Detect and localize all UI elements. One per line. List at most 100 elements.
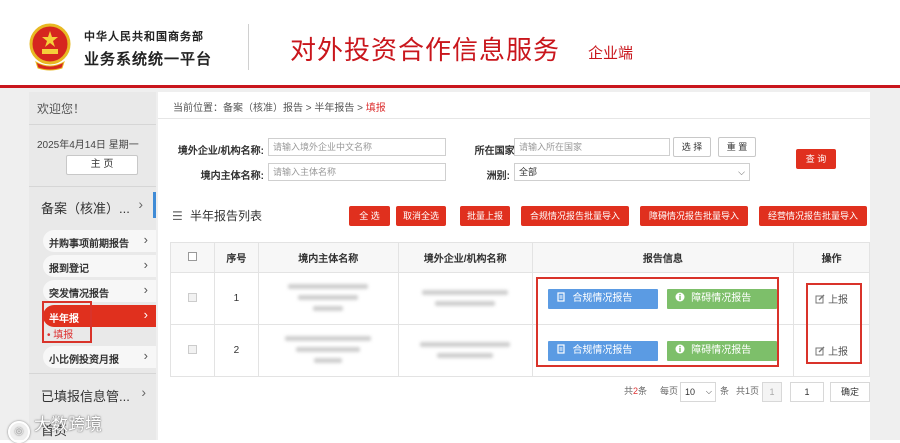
system-name: 业务系统统一平台	[84, 50, 213, 68]
page-size-select[interactable]: 10 ⌵	[680, 382, 716, 402]
page-title: 对外投资合作信息服务	[290, 36, 561, 66]
reset-button[interactable]: 重 置	[718, 137, 756, 157]
highlight-box	[42, 301, 92, 343]
select-all-button[interactable]: 全 选	[349, 206, 390, 226]
current-date: 2025年4月14日 星期一	[37, 140, 139, 151]
pager-total-prefix: 共	[624, 386, 634, 396]
sidebar-item-emergency-report[interactable]: 突发情况报告 ›	[43, 280, 156, 302]
chevron-right-icon: ›	[143, 307, 148, 322]
chevron-right-icon: ›	[143, 232, 148, 247]
country-input[interactable]: 请输入所在国家	[514, 138, 670, 156]
sidebar-item-label: 突发情况报告	[49, 289, 109, 300]
continent-select[interactable]: 全部 ⌵	[514, 163, 750, 181]
overseas-name-label: 境外企业/机构名称:	[177, 146, 264, 157]
sidebar-item-merger-report[interactable]: 并购事项前期报告 ›	[43, 230, 156, 252]
page-subtitle: 企业端	[588, 44, 634, 62]
breadcrumb-prefix: 当前位置：	[173, 103, 223, 114]
sidebar-item-registration[interactable]: 报到登记 ›	[43, 255, 156, 277]
highlight-box	[536, 277, 779, 367]
sidebar-divider	[29, 124, 156, 125]
sidebar-item-label: 报到登记	[49, 264, 89, 275]
welcome-text: 欢迎您！	[37, 102, 86, 116]
overseas-name-input[interactable]: 请输入境外企业中文名称	[268, 138, 446, 156]
list-title: ☰ 半年报告列表	[172, 207, 262, 224]
row-checkbox-cell	[170, 324, 215, 377]
sidebar-item-label: 并购事项前期报告	[49, 239, 129, 250]
page-size-value: 10	[685, 387, 696, 397]
redacted-text	[288, 284, 369, 289]
breadcrumb: 当前位置：备案（核准）报告 > 半年报告 > 填报	[173, 99, 386, 114]
row-index: 2	[213, 324, 259, 377]
chevron-right-icon: ›	[138, 196, 143, 212]
list-icon: ☰	[172, 209, 183, 223]
breadcrumb-divider	[158, 118, 870, 119]
chevron-right-icon: ›	[143, 257, 148, 272]
header-divider	[248, 24, 249, 70]
header-checkbox-cell	[170, 242, 215, 273]
pager-total: 共2条	[624, 384, 647, 397]
redacted-text	[285, 336, 372, 341]
overseas-name-cell	[397, 272, 533, 325]
row-checkbox[interactable]	[187, 292, 197, 302]
home-button[interactable]: 主 页	[66, 155, 138, 175]
batch-import-operation-button[interactable]: 经营情况报告批量导入	[759, 206, 867, 226]
batch-submit-button[interactable]: 批量上报	[460, 206, 510, 226]
chevron-right-icon: ›	[143, 348, 148, 363]
select-country-button[interactable]: 选 择	[673, 137, 711, 157]
redacted-text	[298, 295, 359, 300]
domestic-name-label: 境内主体名称:	[200, 171, 264, 182]
domestic-name-cell	[257, 272, 399, 325]
chevron-right-icon: ›	[141, 384, 146, 400]
breadcrumb-current: 填报	[365, 103, 386, 114]
sidebar-divider	[29, 186, 156, 187]
domestic-name-cell	[257, 324, 399, 377]
breadcrumb-path[interactable]: 备案（核准）报告 > 半年报告 >	[223, 103, 366, 114]
sidebar-divider	[29, 373, 156, 374]
sidebar-section-filing[interactable]: 备案（核准）... ›	[29, 192, 156, 218]
redacted-text	[313, 306, 344, 311]
jump-page-input[interactable]: 1	[790, 382, 824, 402]
overseas-name-cell	[397, 324, 533, 377]
redacted-text	[296, 347, 361, 352]
country-label: 所在国家:	[474, 146, 518, 157]
continent-label: 洲别:	[486, 171, 510, 182]
sidebar-section-submitted[interactable]: 已填报信息管... ›	[29, 380, 156, 406]
redacted-text	[437, 352, 494, 358]
batch-import-compliance-button[interactable]: 合规情况报告批量导入	[521, 206, 629, 226]
domestic-name-input[interactable]: 请输入主体名称	[268, 163, 446, 181]
redacted-text	[422, 289, 509, 295]
pager-per-page-label: 每页	[660, 386, 679, 396]
sidebar-section-label: 已填报信息管...	[41, 389, 130, 404]
chevron-right-icon: ›	[143, 282, 148, 297]
pager-pages: 共1页	[736, 386, 760, 396]
sidebar-item-label: 小比例投资月报	[49, 355, 119, 366]
main-content: 当前位置：备案（核准）报告 > 半年报告 > 填报 境外企业/机构名称: 请输入…	[158, 92, 870, 440]
column-header: 境内主体名称	[257, 242, 399, 273]
redacted-text	[314, 358, 343, 363]
table-header-row: 序号 境内主体名称 境外企业/机构名称 报告信息 操作	[170, 242, 870, 273]
select-all-checkbox[interactable]	[187, 251, 197, 261]
sidebar-item-monthly-report[interactable]: 小比例投资月报 ›	[43, 346, 156, 368]
row-checkbox-cell	[170, 272, 215, 325]
column-header: 境外企业/机构名称	[397, 242, 533, 273]
redacted-text	[420, 341, 511, 347]
page-number-button[interactable]: 1	[762, 382, 782, 402]
chevron-down-icon: ⌵	[738, 167, 745, 177]
highlight-box	[806, 283, 862, 364]
column-header: 操作	[793, 242, 870, 273]
row-checkbox[interactable]	[187, 344, 197, 354]
batch-import-obstacle-button[interactable]: 障碍情况报告批量导入	[640, 206, 748, 226]
pager-unit: 条	[720, 386, 730, 396]
column-header: 报告信息	[531, 242, 795, 273]
deselect-all-button[interactable]: 取消全选	[396, 206, 446, 226]
list-title-text: 半年报告列表	[190, 209, 263, 223]
confirm-jump-button[interactable]: 确定	[830, 382, 870, 402]
org-name: 中华人民共和国商务部	[84, 30, 204, 43]
column-header: 序号	[213, 242, 259, 273]
row-index: 1	[213, 272, 259, 325]
watermark: ◎ 大数跨境	[8, 410, 102, 443]
sidebar: 欢迎您！ 2025年4月14日 星期一 主 页 备案（核准）... › 并购事项…	[29, 92, 156, 440]
sidebar-section-label: 备案（核准）...	[41, 201, 130, 216]
watermark-text: 大数跨境	[34, 415, 102, 435]
query-button[interactable]: 查 询	[796, 149, 836, 169]
